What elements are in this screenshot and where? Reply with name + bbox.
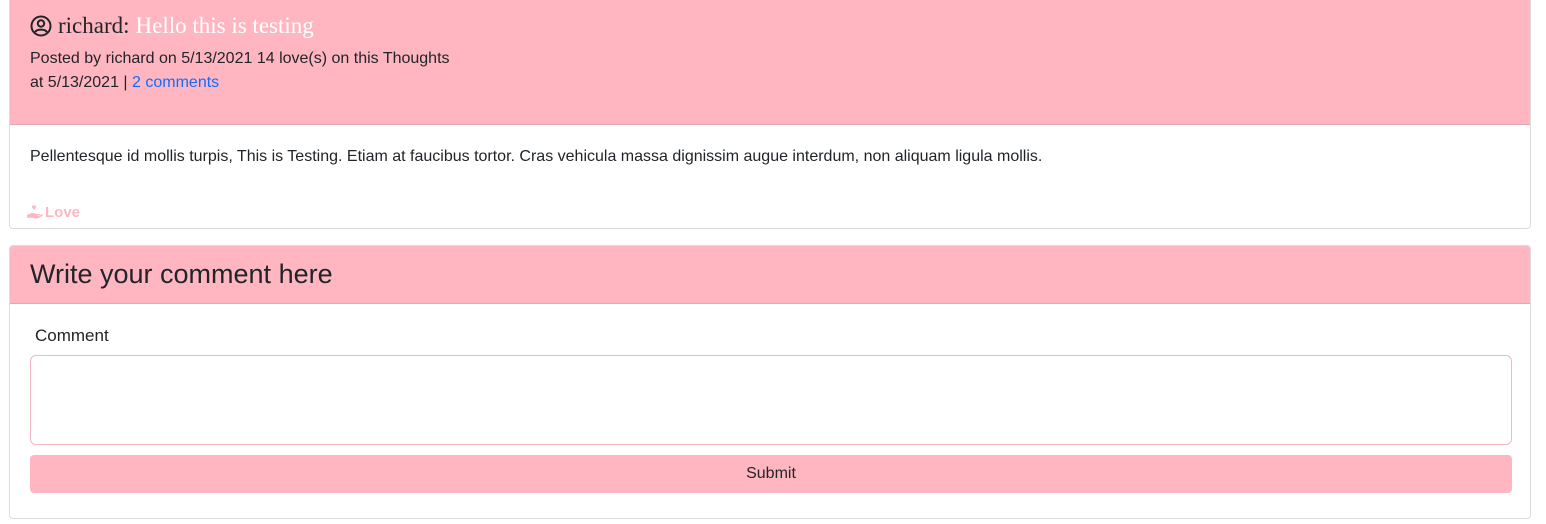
thought-meta: Posted by richard on 5/13/2021 14 love(s… bbox=[30, 47, 1510, 95]
meta-at: at 5/13/2021 | bbox=[30, 74, 133, 91]
meta-date-line: at 5/13/2021 | 2 comments bbox=[30, 71, 1510, 95]
submit-button[interactable]: Submit bbox=[30, 455, 1512, 493]
user-circle-icon bbox=[30, 15, 52, 37]
thought-body-text: Pellentesque id mollis turpis, This is T… bbox=[30, 148, 1043, 165]
thought-username: richard: bbox=[58, 13, 130, 38]
love-button[interactable]: Love bbox=[26, 204, 80, 221]
comments-link[interactable]: 2 comments bbox=[132, 74, 219, 91]
thought-body: Pellentesque id mollis turpis, This is T… bbox=[10, 145, 1530, 169]
thought-title: Hello this is testing bbox=[135, 13, 314, 38]
thought-header: richard: Hello this is testing Posted by… bbox=[10, 0, 1530, 125]
love-label: Love bbox=[45, 204, 81, 221]
comment-heading: Write your comment here bbox=[30, 259, 333, 289]
comment-input[interactable] bbox=[30, 355, 1512, 445]
thought-card: richard: Hello this is testing Posted by… bbox=[9, 0, 1531, 229]
hand-heart-icon bbox=[27, 205, 44, 219]
comment-header: Write your comment here bbox=[10, 246, 1530, 304]
thought-title-line: richard: Hello this is testing bbox=[30, 11, 1510, 41]
meta-posted: Posted by richard on 5/13/2021 14 love(s… bbox=[30, 50, 450, 67]
comment-label: Comment bbox=[35, 326, 109, 345]
comment-card: Write your comment here Comment Submit bbox=[9, 245, 1531, 519]
